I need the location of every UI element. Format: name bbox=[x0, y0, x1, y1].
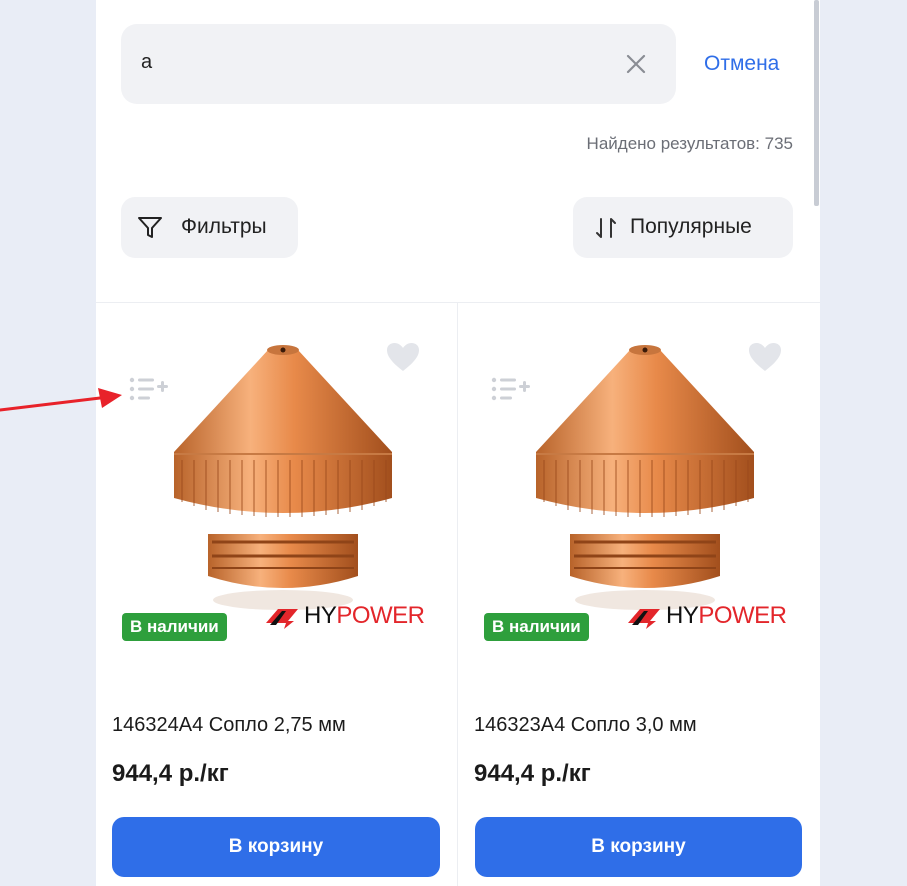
add-to-list-icon[interactable] bbox=[490, 374, 532, 404]
brand-mark-icon bbox=[628, 609, 660, 629]
product-card[interactable]: В наличии HY POWER 146324A4 Сопло 2,75 мм… bbox=[96, 302, 457, 886]
filters-button[interactable]: Фильтры bbox=[121, 197, 298, 258]
add-to-cart-button[interactable]: В корзину bbox=[475, 817, 802, 877]
sort-arrows-icon bbox=[596, 218, 616, 238]
heart-icon[interactable] bbox=[748, 342, 782, 372]
brand-logo: HY POWER bbox=[264, 602, 425, 630]
filters-button-label: Фильтры bbox=[181, 215, 267, 238]
add-to-list-icon[interactable] bbox=[128, 374, 170, 404]
product-card[interactable]: В наличии HY POWER 146323A4 Сопло 3,0 мм … bbox=[458, 302, 819, 886]
brand-mark-icon bbox=[266, 609, 298, 629]
search-input[interactable] bbox=[121, 24, 676, 104]
funnel-icon bbox=[138, 217, 162, 238]
brand-logo: HY POWER bbox=[626, 602, 787, 630]
product-price: 944,4 р./кг bbox=[474, 760, 591, 787]
annotation-arrow-icon bbox=[0, 388, 122, 412]
stock-badge: В наличии bbox=[484, 613, 589, 641]
results-count: Найдено результатов: 735 bbox=[586, 134, 793, 153]
product-image[interactable] bbox=[530, 342, 760, 622]
sort-button[interactable]: Популярные bbox=[573, 197, 793, 258]
cancel-button[interactable]: Отмена bbox=[704, 52, 779, 76]
product-price: 944,4 р./кг bbox=[112, 760, 229, 787]
product-image[interactable] bbox=[168, 342, 398, 622]
product-name[interactable]: 146323A4 Сопло 3,0 мм bbox=[474, 714, 697, 737]
heart-icon[interactable] bbox=[386, 342, 420, 372]
search-query-text: a bbox=[141, 51, 153, 73]
stock-badge: В наличии bbox=[122, 613, 227, 641]
scrollbar[interactable] bbox=[814, 0, 819, 206]
add-to-cart-button[interactable]: В корзину bbox=[112, 817, 440, 877]
sort-button-label: Популярные bbox=[630, 215, 752, 238]
close-icon[interactable] bbox=[624, 52, 648, 76]
product-name[interactable]: 146324A4 Сопло 2,75 мм bbox=[112, 714, 346, 737]
